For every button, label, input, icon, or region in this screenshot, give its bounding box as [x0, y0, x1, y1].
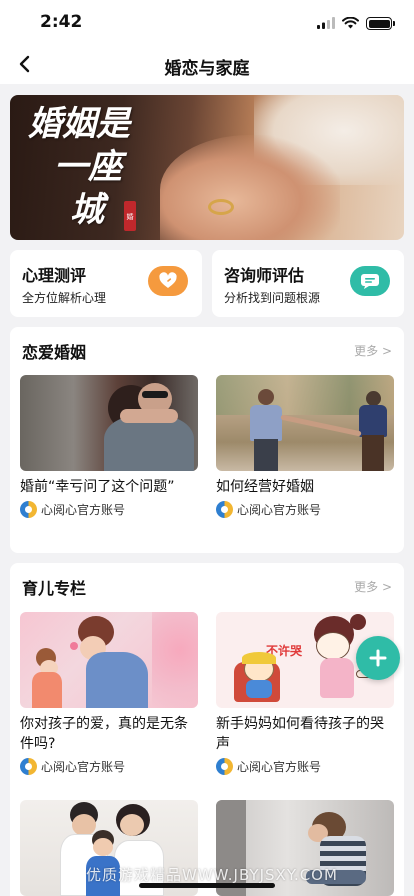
quick-card-title: 咨询师评估 — [224, 266, 305, 285]
message-icon — [350, 266, 390, 296]
signal-icon — [317, 14, 335, 33]
banner-line-2: 一座 — [54, 147, 122, 187]
author-name: 心阅心官方账号 — [41, 503, 126, 517]
page-title: 婚恋与家庭 — [164, 59, 250, 79]
article-card[interactable]: 婚前“幸亏问了这个问题” 心阅心官方账号 — [20, 375, 198, 518]
home-indicator[interactable] — [139, 883, 275, 888]
banner-text: 婚姻是 一座 城 — [28, 103, 130, 232]
author-name: 心阅心官方账号 — [41, 760, 126, 774]
author-logo-icon — [20, 758, 37, 775]
quick-card-subtitle: 分析找到问题根源 — [224, 291, 321, 305]
section-parenting: 育儿专栏 更多 > 你对孩子的爱，真的是无条件吗? 心阅心官方账号 不许哭 新手… — [10, 563, 404, 896]
battery-icon — [366, 17, 395, 30]
nav-bar: 婚恋与家庭 — [0, 44, 414, 84]
author-logo-icon — [216, 501, 233, 518]
plus-icon — [369, 649, 387, 667]
article-title: 如何经营好婚姻 — [216, 479, 314, 495]
status-time: 2:42 — [40, 12, 83, 32]
author-logo-icon — [216, 758, 233, 775]
banner-hands-shape — [160, 135, 340, 240]
section-title: 恋爱婚姻 — [22, 343, 87, 362]
heart-icon — [148, 266, 188, 296]
article-author: 心阅心官方账号 — [20, 758, 198, 775]
section-love-marriage: 恋爱婚姻 更多 > 婚前“幸亏问了这个问题” 心阅心官方账号 如何经营好婚姻 心… — [10, 327, 404, 553]
article-title: 新手妈妈如何看待孩子的哭声 — [216, 716, 384, 752]
banner-line-1: 婚姻是 — [28, 104, 130, 144]
article-author: 心阅心官方账号 — [20, 501, 198, 518]
banner-line-3: 城 — [70, 190, 104, 230]
wifi-icon — [342, 14, 359, 33]
article-thumbnail — [216, 375, 394, 471]
ring-icon — [208, 199, 234, 215]
article-title: 婚前“幸亏问了这个问题” — [20, 479, 175, 495]
quick-card-subtitle: 全方位解析心理 — [22, 291, 107, 305]
more-link[interactable]: 更多 > — [354, 342, 392, 359]
article-title: 你对孩子的爱，真的是无条件吗? — [20, 716, 188, 752]
psych-test-card[interactable]: 心理测评 全方位解析心理 — [10, 250, 202, 317]
article-thumbnail — [20, 612, 198, 708]
article-thumbnail — [20, 375, 198, 471]
counselor-eval-card[interactable]: 咨询师评估 分析找到问题根源 — [212, 250, 404, 317]
author-name: 心阅心官方账号 — [237, 503, 322, 517]
quick-card-title: 心理测评 — [22, 266, 87, 285]
article-card[interactable]: 如何经营好婚姻 心阅心官方账号 — [216, 375, 394, 518]
article-card[interactable]: 你对孩子的爱，真的是无条件吗? 心阅心官方账号 — [20, 612, 198, 775]
seal-stamp: 婚 — [124, 201, 136, 231]
status-icons — [317, 14, 395, 33]
section-title: 育儿专栏 — [22, 579, 87, 598]
article-author: 心阅心官方账号 — [216, 758, 394, 775]
more-link[interactable]: 更多 > — [354, 578, 392, 595]
status-bar: 2:42 — [0, 0, 414, 44]
author-name: 心阅心官方账号 — [237, 760, 322, 774]
author-logo-icon — [20, 501, 37, 518]
add-button[interactable] — [356, 636, 400, 680]
article-author: 心阅心官方账号 — [216, 501, 394, 518]
banner-image[interactable]: 婚姻是 一座 城 婚 — [10, 95, 404, 240]
watermark-text: 优质游戏精品WWW.JBYJSXY.COM — [86, 866, 338, 884]
article-card[interactable]: 不许哭 新手妈妈如何看待孩子的哭声 心阅心官方账号 — [216, 612, 394, 775]
